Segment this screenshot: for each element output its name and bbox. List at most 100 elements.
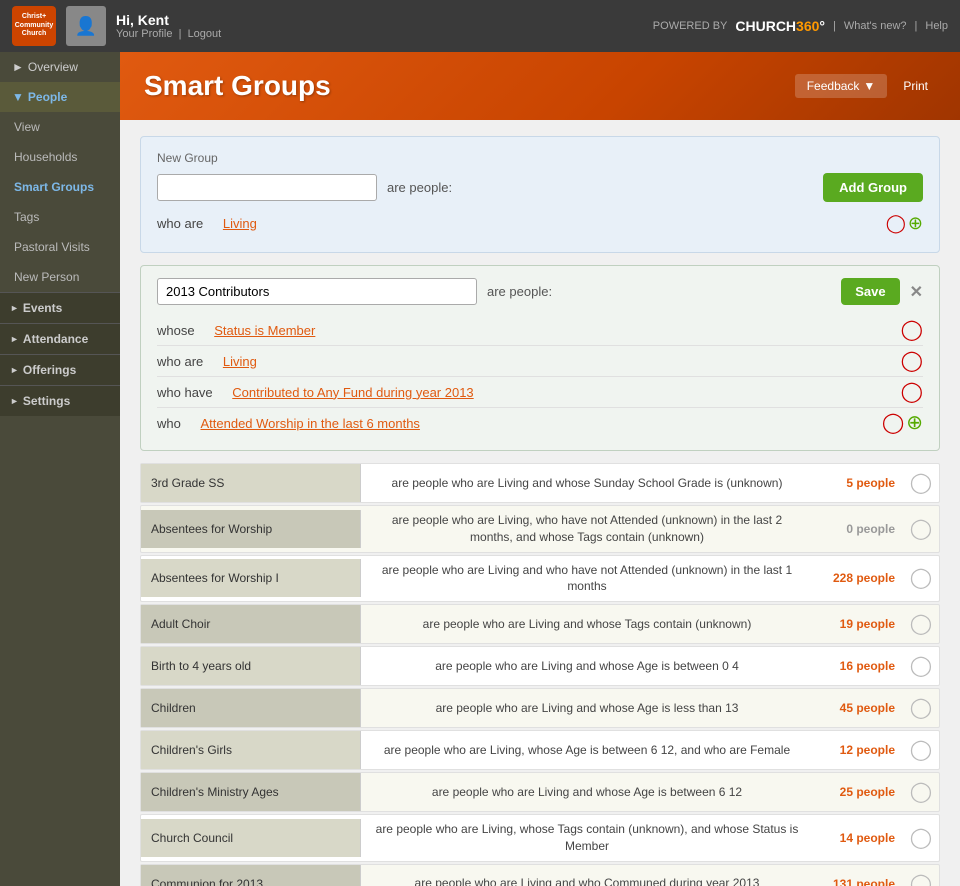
group-action: ◯: [903, 656, 939, 676]
remove-cond2-button[interactable]: ◯: [901, 382, 923, 402]
group-name[interactable]: Adult Choir: [141, 605, 361, 643]
cond0-link[interactable]: Status is Member: [214, 323, 315, 338]
group-description: are people who are Living and whose Age …: [361, 694, 813, 723]
edit-group-name-input[interactable]: [157, 278, 477, 305]
logout-link[interactable]: Logout: [188, 28, 222, 40]
greeting-block: Hi, Kent Your Profile | Logout: [116, 12, 221, 40]
new-group-row: are people: Add Group: [157, 173, 923, 202]
group-count: 45 people: [813, 695, 903, 721]
group-count: 228 people: [813, 565, 903, 591]
sidebar: ► Overview ▼ People View Households Smar…: [0, 52, 120, 886]
sidebar-pastoral-label: Pastoral Visits: [14, 240, 90, 254]
add-condition-button[interactable]: ⊕: [908, 214, 923, 232]
group-action: ◯: [903, 828, 939, 848]
group-name[interactable]: Church Council: [141, 819, 361, 857]
top-bar: Christ+CommunityChurch 👤 Hi, Kent Your P…: [0, 0, 960, 52]
remove-group-button[interactable]: ◯: [910, 473, 932, 493]
greeting-name: Hi, Kent: [116, 12, 221, 28]
group-action: ◯: [903, 473, 939, 493]
group-row: Children's Ministry Ages are people who …: [140, 772, 940, 812]
new-group-input[interactable]: [157, 174, 377, 201]
sidebar-item-view[interactable]: View: [0, 112, 120, 142]
sidebar-section-offerings[interactable]: ► Offerings: [0, 354, 120, 385]
condition-link[interactable]: Living: [223, 216, 257, 231]
sidebar-item-new-person[interactable]: New Person: [0, 262, 120, 292]
group-count: 16 people: [813, 653, 903, 679]
sidebar-people-label: People: [28, 90, 67, 104]
save-group-button[interactable]: Save: [841, 278, 899, 305]
sidebar-smartgroups-label: Smart Groups: [14, 180, 94, 194]
remove-group-button[interactable]: ◯: [910, 782, 932, 802]
remove-group-button[interactable]: ◯: [910, 740, 932, 760]
edit-group-header-row: are people: Save ✕: [157, 278, 923, 305]
sidebar-item-tags[interactable]: Tags: [0, 202, 120, 232]
sidebar-item-overview[interactable]: ► Overview: [0, 52, 120, 82]
sidebar-offerings-label: Offerings: [23, 363, 76, 377]
sidebar-section-settings[interactable]: ► Settings: [0, 385, 120, 416]
remove-group-button[interactable]: ◯: [910, 614, 932, 634]
group-description: are people who are Living and who Commun…: [361, 869, 813, 886]
profile-link[interactable]: Your Profile: [116, 28, 172, 40]
print-button[interactable]: Print: [895, 74, 936, 98]
main-content: Smart Groups Feedback ▼ Print New Group …: [120, 52, 960, 886]
whats-new-link[interactable]: What's new?: [844, 20, 907, 32]
sidebar-people-header[interactable]: ▼ People: [0, 82, 120, 112]
cond2-link[interactable]: Contributed to Any Fund during year 2013: [232, 385, 473, 400]
sidebar-item-pastoral-visits[interactable]: Pastoral Visits: [0, 232, 120, 262]
group-row: Birth to 4 years old are people who are …: [140, 646, 940, 686]
group-name[interactable]: Communion for 2013: [141, 865, 361, 886]
new-group-condition-row: who are Living ◯ ⊕: [157, 210, 923, 236]
top-bar-right: POWERED BY CHURCH360° | What's new? | He…: [653, 18, 948, 34]
remove-group-button[interactable]: ◯: [910, 698, 932, 718]
layout: ► Overview ▼ People View Households Smar…: [0, 52, 960, 886]
remove-group-button[interactable]: ◯: [910, 874, 932, 886]
group-name[interactable]: Birth to 4 years old: [141, 647, 361, 685]
remove-cond3-button[interactable]: ◯: [882, 413, 904, 433]
cond3-link[interactable]: Attended Worship in the last 6 months: [200, 416, 419, 431]
group-description: are people who are Living and whose Age …: [361, 778, 813, 807]
cond1-link[interactable]: Living: [223, 354, 257, 369]
group-description: are people who are Living, whose Age is …: [361, 736, 813, 765]
group-name[interactable]: Absentees for Worship: [141, 510, 361, 548]
group-name[interactable]: Absentees for Worship I: [141, 559, 361, 597]
help-link[interactable]: Help: [925, 20, 948, 32]
page-header-actions: Feedback ▼ Print: [795, 74, 936, 98]
remove-group-button[interactable]: ◯: [910, 656, 932, 676]
attendance-arrow-icon: ►: [10, 334, 19, 344]
cond0-prefix: whose: [157, 323, 195, 338]
cond3-prefix: who: [157, 416, 181, 431]
group-name[interactable]: Children: [141, 689, 361, 727]
group-row: Absentees for Worship I are people who a…: [140, 555, 940, 603]
sidebar-section-events[interactable]: ► Events: [0, 292, 120, 323]
remove-cond0-button[interactable]: ◯: [901, 320, 923, 340]
group-count: 131 people: [813, 871, 903, 886]
group-count: 5 people: [813, 470, 903, 496]
remove-group-button[interactable]: ◯: [910, 568, 932, 588]
add-group-button[interactable]: Add Group: [823, 173, 923, 202]
feedback-button[interactable]: Feedback ▼: [795, 74, 888, 98]
edit-condition-1: who are Living ◯: [157, 346, 923, 377]
dropdown-arrow-icon: ▼: [863, 79, 875, 93]
condition-actions: ◯ ⊕: [886, 214, 923, 232]
remove-condition-button[interactable]: ◯: [886, 214, 906, 232]
arrow-icon: ►: [12, 60, 24, 74]
sidebar-item-households[interactable]: Households: [0, 142, 120, 172]
top-bar-left: Christ+CommunityChurch 👤 Hi, Kent Your P…: [12, 6, 221, 46]
group-row: Communion for 2013 are people who are Li…: [140, 864, 940, 886]
group-action: ◯: [903, 740, 939, 760]
group-name[interactable]: Children's Girls: [141, 731, 361, 769]
group-name[interactable]: Children's Ministry Ages: [141, 773, 361, 811]
sidebar-section-attendance[interactable]: ► Attendance: [0, 323, 120, 354]
group-action: ◯: [903, 614, 939, 634]
app-logo: Christ+CommunityChurch: [12, 6, 56, 46]
condition-prefix: who are: [157, 216, 203, 231]
group-name[interactable]: 3rd Grade SS: [141, 464, 361, 502]
close-edit-button[interactable]: ✕: [910, 282, 923, 302]
sidebar-item-smart-groups[interactable]: Smart Groups: [0, 172, 120, 202]
remove-group-button[interactable]: ◯: [910, 519, 932, 539]
sidebar-events-label: Events: [23, 301, 62, 315]
group-row: Adult Choir are people who are Living an…: [140, 604, 940, 644]
add-cond3-button[interactable]: ⊕: [906, 413, 923, 433]
remove-group-button[interactable]: ◯: [910, 828, 932, 848]
remove-cond1-button[interactable]: ◯: [901, 351, 923, 371]
